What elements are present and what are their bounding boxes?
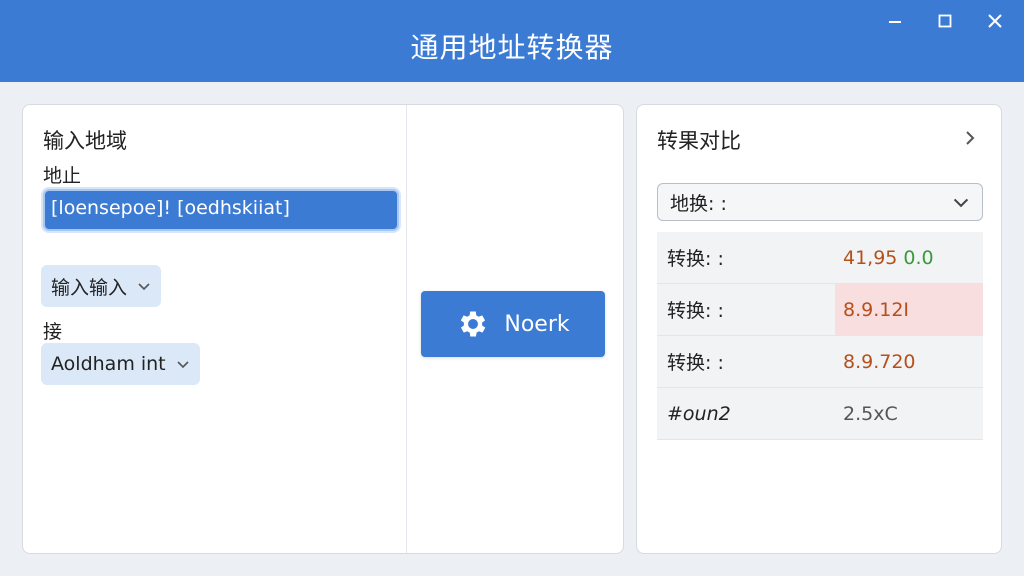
input-type-select[interactable]: 输入输入: [41, 265, 162, 307]
address-input[interactable]: [loensepoe]! [oedhskiiat]: [43, 189, 399, 231]
row-key: #oun2: [667, 402, 731, 425]
gear-icon: [461, 311, 486, 337]
maximize-icon: [938, 14, 952, 28]
row-value: 8.9.12I: [835, 284, 983, 335]
chevron-right-icon[interactable]: [959, 127, 981, 149]
close-button[interactable]: [980, 8, 1010, 34]
input-panel: 输入地域 地止 [loensepoe]! [oedhskiiat] 输入输入 接…: [22, 104, 624, 554]
chevron-down-icon: [177, 361, 189, 369]
chevron-down-icon: [953, 198, 969, 208]
row-value: 2.5xC: [835, 388, 983, 439]
panel-divider: [406, 105, 407, 553]
input-type-select-label: 输入输入: [51, 276, 128, 299]
row-value-text: 8.9.720: [843, 350, 916, 373]
row-value: 8.9.720: [835, 336, 983, 387]
minimize-button[interactable]: [880, 8, 910, 34]
row-value-delta: 0.0: [903, 246, 934, 269]
chevron-down-icon: [138, 283, 150, 291]
compare-panel-heading: 转果对比: [657, 129, 741, 153]
app-window: 通用地址转换器 输入地域 地止 [loensepoe]! [oedhskiiat…: [0, 0, 1024, 576]
maximize-button[interactable]: [930, 8, 960, 34]
title-bar: 通用地址转换器: [0, 0, 1024, 82]
compare-panel: 转果对比 地换: : 转换: : 41,95 0.0 转换: : 8.9.12I: [636, 104, 1002, 554]
input-panel-heading: 输入地域: [43, 129, 127, 153]
window-title: 通用地址转换器: [410, 31, 614, 64]
format-select-label: Aoldham int: [51, 353, 166, 375]
format-select[interactable]: Aoldham int: [41, 343, 200, 385]
table-row: 转换: : 8.9.720: [657, 336, 983, 388]
row-value-text: 2.5xC: [843, 402, 898, 425]
table-row: 转换: : 8.9.12I: [657, 284, 983, 336]
minimize-icon: [889, 21, 901, 23]
close-icon: [988, 14, 1002, 28]
table-row: #oun2 2.5xC: [657, 388, 983, 440]
row-key: 转换: :: [667, 352, 724, 374]
row-key: 转换: :: [667, 300, 724, 322]
convert-button[interactable]: Noerk: [421, 291, 605, 357]
format-label: 接: [43, 321, 63, 343]
convert-button-label: Noerk: [504, 311, 570, 337]
row-value: 41,95 0.0: [835, 232, 983, 283]
result-dropdown[interactable]: 地换: :: [657, 183, 983, 221]
address-label: 地止: [43, 165, 82, 187]
row-key: 转换: :: [667, 248, 724, 270]
result-table: 转换: : 41,95 0.0 转换: : 8.9.12I 转换: : 8.9.…: [657, 232, 983, 440]
row-value-text: 8.9.12I: [843, 298, 910, 321]
row-value-text: 41,95: [843, 246, 898, 269]
result-dropdown-label: 地换: :: [670, 192, 727, 215]
table-row: 转换: : 41,95 0.0: [657, 232, 983, 284]
